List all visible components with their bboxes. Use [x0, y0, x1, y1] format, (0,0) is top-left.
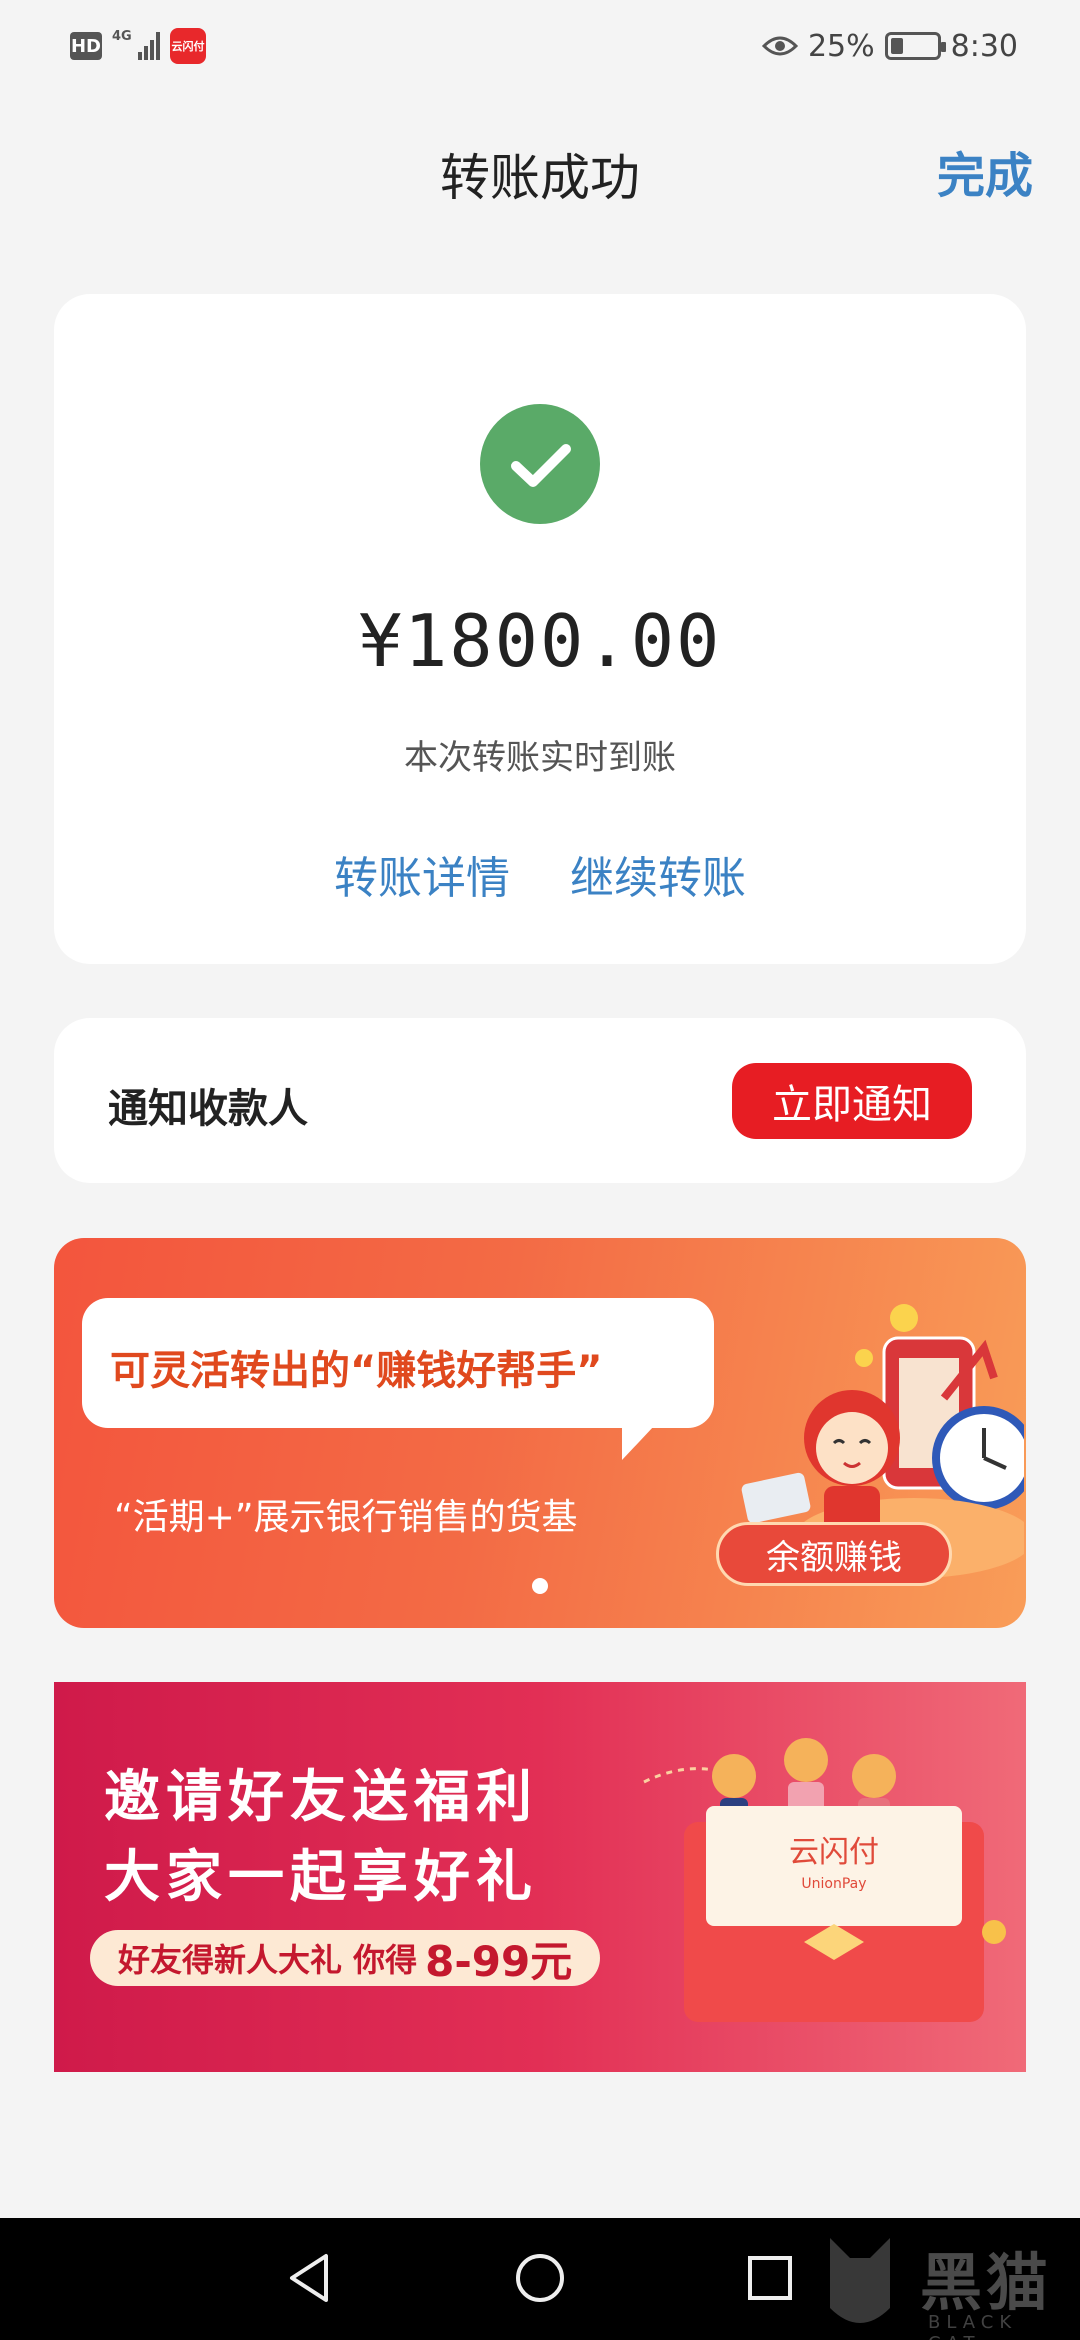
network-label: 4G: [112, 29, 132, 44]
banner-headline: 可灵活转出的“赚钱好帮手”: [110, 1348, 603, 1394]
hd-badge: HD: [70, 32, 102, 60]
envelope-sub: UnionPay: [801, 1876, 866, 1892]
clock: 8:30: [950, 28, 1018, 64]
invite-reward-pill: 好友得新人大礼 你得 8-99元: [90, 1930, 601, 1986]
banner-subtitle: “活期+”展示银行销售的货基: [114, 1497, 578, 1538]
notify-now-button[interactable]: 立即通知: [732, 1063, 972, 1139]
done-button[interactable]: 完成: [937, 136, 1033, 206]
page-title: 转账成功: [440, 149, 640, 207]
promo-banner-invite[interactable]: 邀请好友送福利 大家一起享好礼 好友得新人大礼 你得 8-99元 云闪付 Uni…: [54, 1682, 1026, 2072]
battery-percent: 25%: [807, 28, 875, 64]
reward-text: 好友得新人大礼 你得: [118, 1941, 418, 1979]
carousel-dot: [532, 1578, 548, 1594]
cat-logo-icon: [830, 2238, 890, 2323]
continue-transfer-link[interactable]: 继续转账: [570, 842, 746, 906]
transfer-details-link[interactable]: 转账详情: [334, 842, 510, 906]
promo-banner-savings[interactable]: 可灵活转出的“赚钱好帮手” “活期+”展示银行销售的货基 余额赚钱: [54, 1238, 1026, 1628]
eye-comfort-icon: [761, 36, 798, 56]
status-bar: HD 4G 云闪付 25% 8:30: [0, 0, 1080, 92]
envelope-brand: 云闪付: [789, 1835, 879, 1870]
recent-apps-icon[interactable]: [740, 2248, 800, 2308]
arrival-message: 本次转账实时到账: [404, 738, 676, 778]
notify-card: 通知收款人 立即通知: [54, 1018, 1026, 1183]
app-notification-icon: 云闪付: [170, 28, 206, 64]
watermark-text: 黑猫: [920, 2246, 1053, 2319]
invite-headline-2: 大家一起享好礼: [104, 1845, 538, 1910]
transfer-amount: ¥1800.00: [358, 599, 722, 683]
notify-payee-label: 通知收款人: [108, 1086, 308, 1132]
earn-with-balance-button[interactable]: 余额赚钱: [716, 1522, 952, 1586]
home-icon[interactable]: [510, 2248, 570, 2308]
speech-bubble: 可灵活转出的“赚钱好帮手”: [82, 1298, 714, 1460]
reward-amount: 8-99元: [425, 1936, 573, 1986]
invite-headline-1: 邀请好友送福利: [104, 1765, 538, 1830]
success-check-icon: [480, 404, 600, 524]
result-card: ¥1800.00 本次转账实时到账 转账详情 继续转账: [54, 294, 1026, 964]
back-icon[interactable]: [280, 2248, 340, 2308]
battery-icon: [884, 32, 946, 60]
red-envelope-illustration: 云闪付 UnionPay: [643, 1738, 1006, 2022]
black-cat-watermark: 黑猫 BLACK CAT: [810, 2228, 1080, 2340]
watermark-sub: BLACK CAT: [928, 2312, 1018, 2340]
header: 转账成功 完成: [0, 120, 1080, 220]
signal-icon: 4G: [112, 29, 160, 60]
